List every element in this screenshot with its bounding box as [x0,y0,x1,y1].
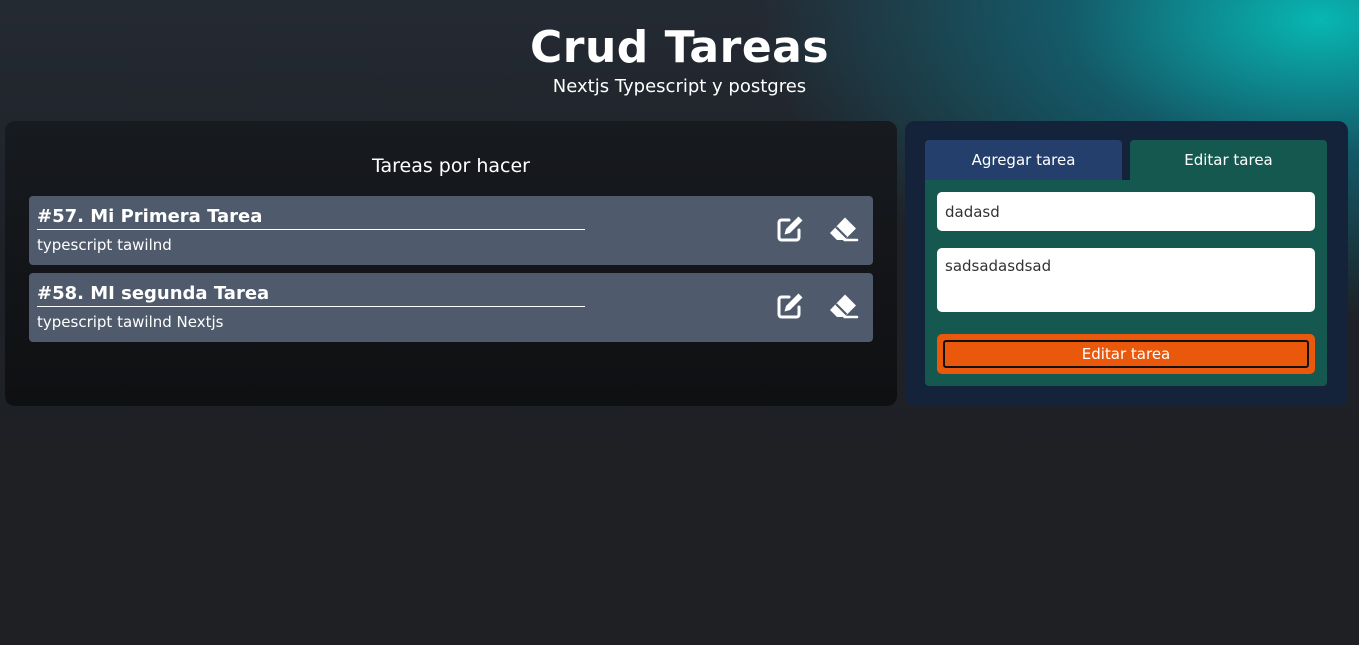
task-description: typescript tawilnd Nextjs [37,313,224,331]
task-title: #58. MI segunda Tarea [37,282,585,307]
eraser-icon [830,217,859,242]
tab-add-task[interactable]: Agregar tarea [925,140,1122,180]
tab-edit-task[interactable]: Editar tarea [1130,140,1327,180]
task-description: typescript tawilnd [37,236,172,254]
tasks-panel: Tareas por hacer #57. Mi Primera Tarea t… [5,121,897,406]
eraser-icon [830,294,859,319]
task-card: #58. MI segunda Tarea typescript tawilnd… [29,273,873,342]
tasks-heading: Tareas por hacer [372,155,530,177]
submit-button-wrapper: Editar tarea [937,334,1315,374]
edit-task-button[interactable] [774,290,806,322]
task-title: #57. Mi Primera Tarea [37,205,585,230]
delete-task-button[interactable] [827,213,859,245]
page-header: Crud Tareas Nextjs Typescript y postgres [0,20,1359,98]
edit-task-submit-button[interactable]: Editar tarea [943,340,1309,368]
task-card: #57. Mi Primera Tarea typescript tawilnd [29,196,873,265]
task-description-input[interactable]: sadsadasdsad [937,248,1315,312]
delete-task-button[interactable] [827,290,859,322]
edit-icon [777,293,803,319]
page-title: Crud Tareas [529,22,830,73]
edit-task-form: sadsadasdsad Editar tarea [925,180,1327,386]
edit-task-button[interactable] [774,213,806,245]
task-title-input[interactable] [937,192,1315,231]
page-subtitle: Nextjs Typescript y postgres [552,76,807,97]
task-form-panel: Agregar tarea Editar tarea sadsadasdsad … [905,121,1348,406]
edit-icon [777,216,803,242]
